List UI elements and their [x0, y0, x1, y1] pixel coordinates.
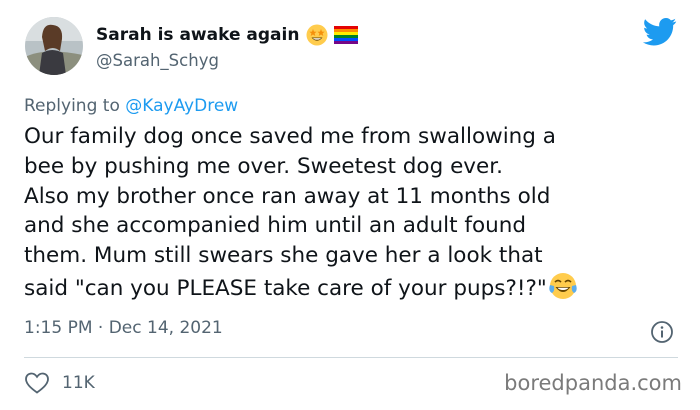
display-name[interactable]: Sarah is awake again: [96, 25, 299, 45]
tweet-text-last-line: said "can you PLEASE take care of your p…: [24, 271, 684, 304]
heart-icon[interactable]: [24, 371, 50, 395]
tweet-text-line: said "can you PLEASE take care of your p…: [24, 275, 547, 301]
tweet-text-line: and she accompanied him until an adult f…: [24, 213, 527, 239]
reply-prefix: Replying to: [24, 96, 126, 116]
divider: [24, 357, 678, 358]
tweet-text: Our family dog once saved me from swallo…: [24, 122, 684, 304]
like-count: 11K: [62, 373, 95, 393]
face-with-tears-of-joy-icon: [548, 271, 578, 301]
like-action[interactable]: 11K: [24, 371, 95, 395]
tweet-text-line: Also my brother once ran away at 11 mont…: [24, 183, 551, 209]
avatar[interactable]: [25, 17, 83, 75]
reply-to-link[interactable]: @KayAyDrew: [125, 96, 238, 116]
info-icon[interactable]: [650, 320, 674, 344]
watermark: boredpanda.com: [504, 371, 682, 395]
user-handle[interactable]: @Sarah_Schyg: [96, 51, 219, 70]
author-name-row[interactable]: Sarah is awake again: [96, 23, 359, 47]
tweet-text-line: them. Mum still swears she gave her a lo…: [24, 243, 543, 269]
reply-context: Replying to @KayAyDrew: [24, 96, 238, 116]
tweet-text-line: Our family dog once saved me from swallo…: [24, 124, 556, 149]
rainbow-flag-icon: [334, 26, 359, 44]
tweet-timestamp[interactable]: 1:15 PM · Dec 14, 2021: [24, 318, 223, 338]
twitter-bird-icon: [642, 18, 677, 46]
tweet-text-line: bee by pushing me over. Sweetest dog eve…: [24, 153, 503, 179]
star-struck-emoji-icon: [306, 24, 328, 46]
